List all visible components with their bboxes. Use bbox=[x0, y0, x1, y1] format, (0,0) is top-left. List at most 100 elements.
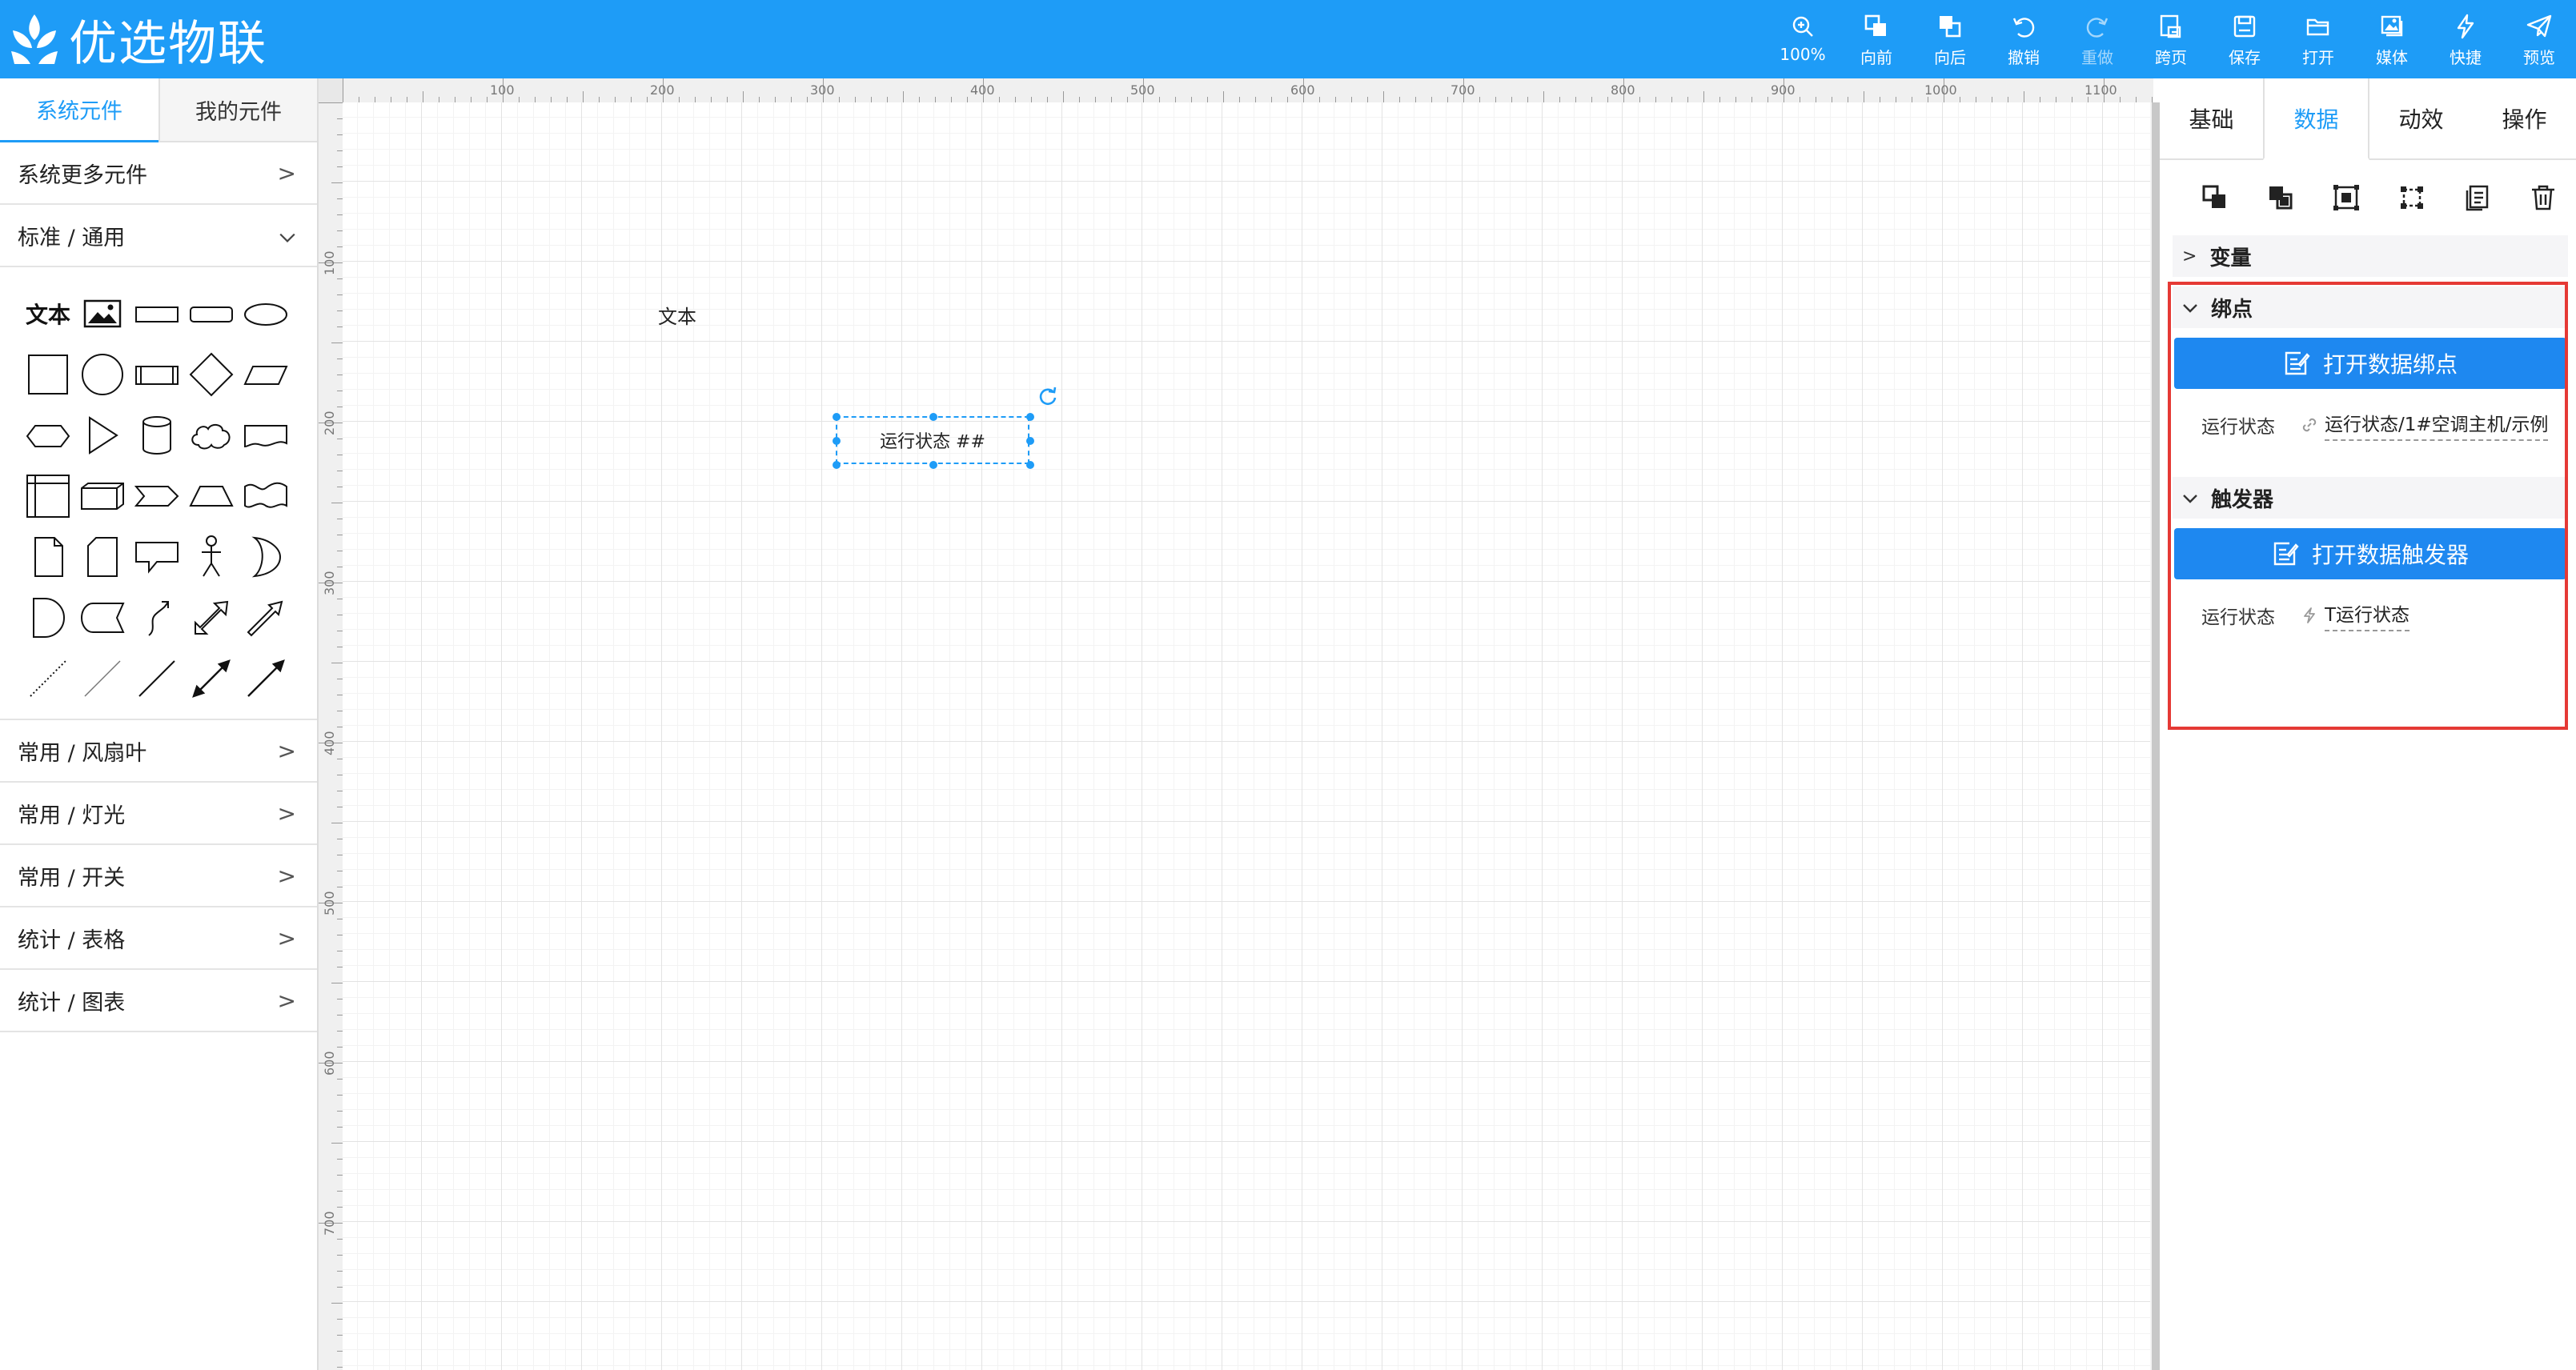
tab-data[interactable]: 数据 bbox=[2263, 78, 2369, 160]
moon-shape[interactable] bbox=[239, 529, 293, 585]
tab-system-components[interactable]: 系统元件 bbox=[0, 78, 158, 142]
arrow-line-shape[interactable] bbox=[239, 651, 293, 707]
ungroup-button[interactable] bbox=[2379, 183, 2445, 212]
section-fan[interactable]: 常用 / 风扇叶 > bbox=[0, 720, 317, 783]
shape-row bbox=[21, 527, 307, 587]
cylinder-shape[interactable] bbox=[130, 407, 184, 463]
canvas-area[interactable]: 100 200 300 400 500 600 700 800 900 1000… bbox=[319, 78, 2153, 1370]
copy-button[interactable] bbox=[2445, 183, 2510, 212]
resize-handle[interactable] bbox=[833, 437, 841, 445]
diamond-shape[interactable] bbox=[184, 347, 239, 403]
cross-page-button[interactable]: 跨页 bbox=[2134, 11, 2208, 72]
section-standard[interactable]: 标准 / 通用 bbox=[0, 205, 317, 267]
resize-handle[interactable] bbox=[833, 461, 841, 469]
element-actions bbox=[2160, 160, 2576, 235]
circle-shape[interactable] bbox=[75, 347, 130, 403]
delete-button[interactable] bbox=[2510, 183, 2576, 212]
dotted-line-shape[interactable] bbox=[21, 651, 75, 707]
resize-handle[interactable] bbox=[1026, 437, 1034, 445]
triangle-shape[interactable] bbox=[75, 407, 130, 463]
internal-storage-shape[interactable] bbox=[21, 468, 75, 524]
step-arrow-icon bbox=[134, 486, 179, 507]
note-shape[interactable] bbox=[21, 529, 75, 585]
cube-shape[interactable] bbox=[75, 468, 130, 524]
shortcut-button[interactable]: 快捷 bbox=[2429, 11, 2502, 72]
media-button[interactable]: 媒体 bbox=[2355, 11, 2429, 72]
delay-shape[interactable] bbox=[21, 590, 75, 646]
bring-to-front-button[interactable] bbox=[2182, 183, 2248, 212]
section-table-label: 统计 / 表格 bbox=[18, 927, 126, 953]
send-backward-label: 向后 bbox=[1934, 48, 1966, 67]
section-chart-label: 统计 / 图表 bbox=[18, 990, 126, 1015]
open-button[interactable]: 打开 bbox=[2281, 11, 2355, 72]
text-shape[interactable]: 文本 bbox=[21, 286, 75, 342]
section-switch[interactable]: 常用 / 开关 > bbox=[0, 845, 317, 907]
chevron-right-icon: > bbox=[277, 987, 296, 1014]
square-shape[interactable] bbox=[21, 347, 75, 403]
property-panel: 基础 数据 动效 操作 > 变量 绑点 打开数据绑点 运行状态 运行状态/1#空… bbox=[2160, 78, 2576, 1370]
tab-my-components[interactable]: 我的元件 bbox=[158, 78, 317, 142]
double-arrow-shape[interactable] bbox=[184, 590, 239, 646]
resize-handle[interactable] bbox=[833, 413, 841, 421]
tab-animation[interactable]: 动效 bbox=[2369, 78, 2473, 158]
group-button[interactable] bbox=[2313, 183, 2379, 212]
internal-storage-icon bbox=[26, 475, 70, 518]
bidirectional-line-shape[interactable] bbox=[184, 651, 239, 707]
ruler-top-label: 1000 bbox=[1924, 82, 1957, 98]
ellipse-shape[interactable] bbox=[239, 286, 293, 342]
rectangle-shape[interactable] bbox=[130, 286, 184, 342]
tab-operation[interactable]: 操作 bbox=[2473, 78, 2576, 158]
section-more-components[interactable]: 系统更多元件 > bbox=[0, 142, 317, 205]
cloud-shape[interactable] bbox=[184, 407, 239, 463]
section-table[interactable]: 统计 / 表格 > bbox=[0, 907, 317, 970]
resize-handle[interactable] bbox=[929, 413, 937, 421]
step-shape[interactable] bbox=[130, 468, 184, 524]
send-to-back-button[interactable] bbox=[2248, 183, 2313, 212]
shape-row bbox=[21, 587, 307, 648]
tape-shape[interactable] bbox=[239, 468, 293, 524]
shape-row bbox=[21, 466, 307, 527]
toolbar: 100% 向前 向后 撤销 重做 跨页 保存 打开 媒体 快捷 预览 bbox=[1766, 11, 2576, 72]
process-shape[interactable] bbox=[130, 347, 184, 403]
chevron-right-icon: > bbox=[277, 862, 296, 889]
trapezoid-shape[interactable] bbox=[184, 468, 239, 524]
ruler-left-label: 700 bbox=[322, 1211, 337, 1236]
card-shape[interactable] bbox=[75, 529, 130, 585]
rotate-handle-icon[interactable] bbox=[1037, 386, 1058, 407]
hexagon-shape[interactable] bbox=[21, 407, 75, 463]
cross-page-icon bbox=[2160, 14, 2181, 38]
drawing-paper[interactable] bbox=[343, 102, 2150, 1370]
single-arrow-shape[interactable] bbox=[239, 590, 293, 646]
tab-basic[interactable]: 基础 bbox=[2160, 78, 2263, 158]
line-shape[interactable] bbox=[130, 651, 184, 707]
resize-handle[interactable] bbox=[929, 461, 937, 469]
canvas-text-element[interactable]: 文本 bbox=[658, 301, 696, 329]
zoom-button[interactable]: 100% bbox=[1766, 11, 1840, 72]
shape-row bbox=[21, 344, 307, 405]
image-shape[interactable] bbox=[75, 286, 130, 342]
send-backward-button[interactable]: 向后 bbox=[1913, 11, 1987, 72]
parallelogram-shape[interactable] bbox=[239, 347, 293, 403]
selected-text-element[interactable]: 运行状态 ## bbox=[833, 413, 1034, 469]
section-chart[interactable]: 统计 / 图表 > bbox=[0, 970, 317, 1032]
callout-shape[interactable] bbox=[130, 529, 184, 585]
thin-line-shape[interactable] bbox=[75, 651, 130, 707]
save-button[interactable]: 保存 bbox=[2208, 11, 2281, 72]
section-light[interactable]: 常用 / 灯光 > bbox=[0, 783, 317, 845]
ruler-left-label: 300 bbox=[322, 571, 337, 595]
resize-handle[interactable] bbox=[1026, 461, 1034, 469]
variables-section[interactable]: > 变量 bbox=[2173, 235, 2568, 277]
selected-element-text: 运行状态 ## bbox=[880, 432, 985, 452]
bring-forward-button[interactable]: 向前 bbox=[1840, 11, 1913, 72]
actor-shape[interactable] bbox=[184, 529, 239, 585]
curve-arrow-shape[interactable] bbox=[130, 590, 184, 646]
canvas-scrollbar[interactable] bbox=[2152, 102, 2160, 1370]
resize-handle[interactable] bbox=[1026, 413, 1034, 421]
stored-data-shape[interactable] bbox=[75, 590, 130, 646]
undo-button[interactable]: 撤销 bbox=[1987, 11, 2060, 72]
diamond-icon bbox=[189, 352, 234, 397]
preview-button[interactable]: 预览 bbox=[2502, 11, 2576, 72]
rounded-rectangle-shape[interactable] bbox=[184, 286, 239, 342]
document-shape[interactable] bbox=[239, 407, 293, 463]
redo-button[interactable]: 重做 bbox=[2060, 11, 2134, 72]
